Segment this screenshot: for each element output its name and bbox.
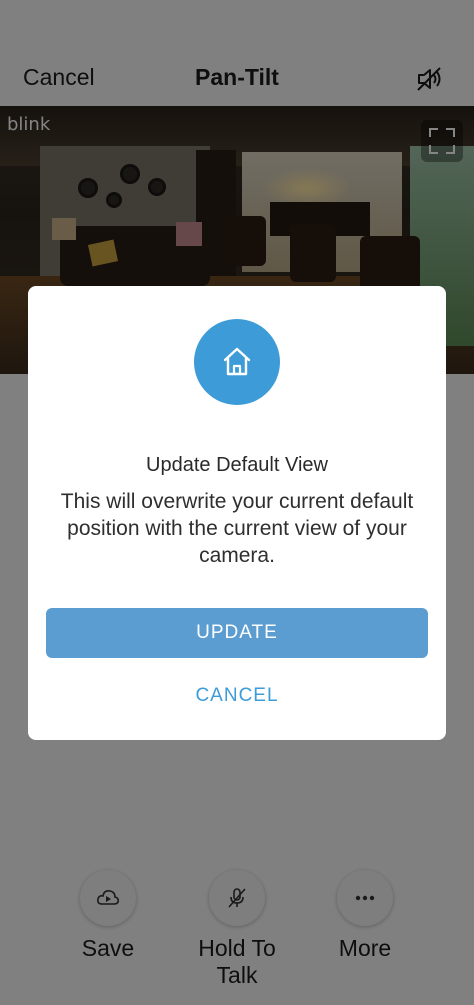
home-icon bbox=[194, 319, 280, 405]
dialog-message: This will overwrite your current default… bbox=[60, 490, 414, 567]
pan-tilt-screen: Cancel Pan-Tilt blink Save Hold To Talk … bbox=[0, 0, 474, 1005]
update-default-view-dialog: Update Default View This will overwrite … bbox=[28, 286, 446, 740]
cancel-button[interactable]: CANCEL bbox=[46, 674, 428, 718]
update-button[interactable]: UPDATE bbox=[46, 608, 428, 658]
dialog-title: Update Default View bbox=[146, 454, 328, 476]
